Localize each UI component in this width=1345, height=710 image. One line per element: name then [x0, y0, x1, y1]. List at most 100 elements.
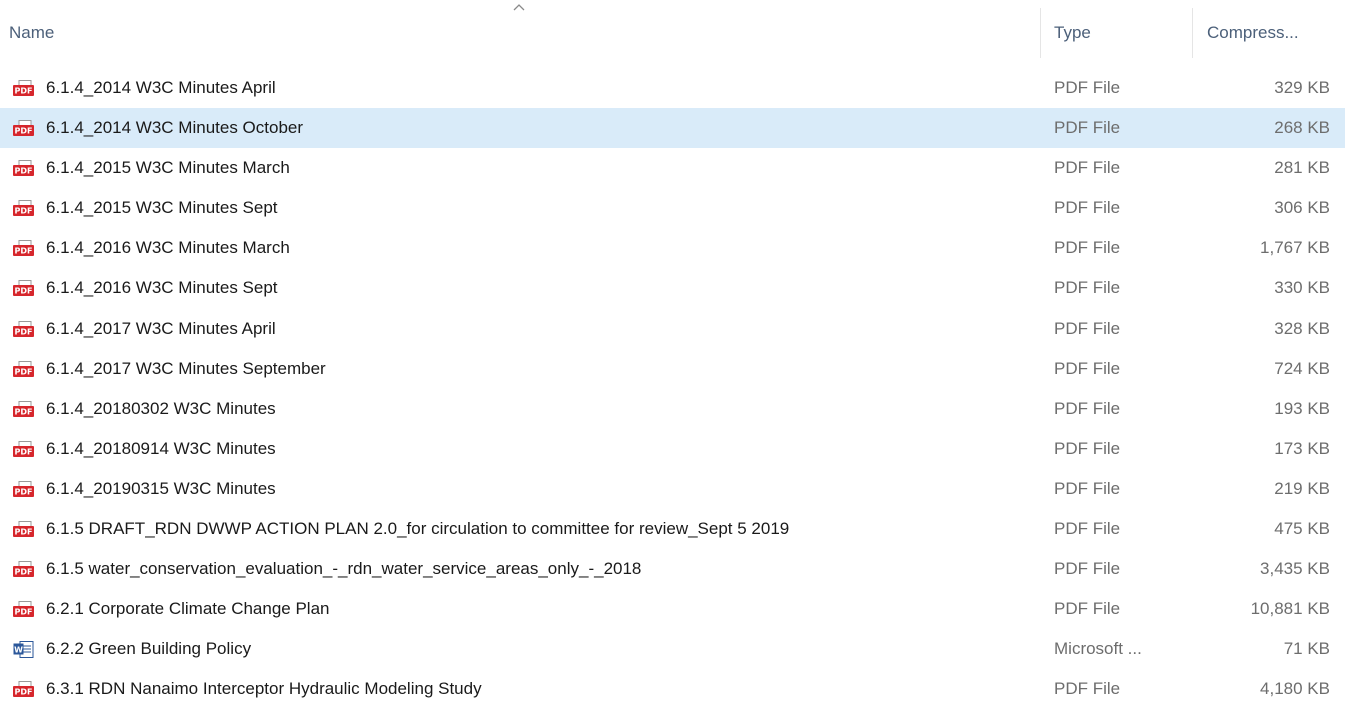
- file-name: 6.1.4_20190315 W3C Minutes: [46, 478, 276, 498]
- svg-text:PDF: PDF: [15, 287, 33, 296]
- file-row[interactable]: PDF 6.1.4_20180914 W3C Minutes PDF File 173…: [0, 429, 1345, 469]
- file-type: PDF File: [1054, 278, 1121, 298]
- column-header: Name Type Compress...: [0, 0, 1345, 66]
- file-type: PDF File: [1054, 599, 1121, 619]
- svg-text:PDF: PDF: [15, 167, 33, 176]
- pdf-icon: PDF: [13, 681, 34, 698]
- svg-text:PDF: PDF: [15, 367, 33, 376]
- file-name: 6.1.4_2017 W3C Minutes April: [46, 318, 276, 338]
- svg-text:PDF: PDF: [15, 327, 33, 336]
- file-type: PDF File: [1054, 358, 1121, 378]
- file-name: 6.1.4_2014 W3C Minutes April: [46, 78, 276, 97]
- column-header-name[interactable]: Name: [0, 0, 1040, 66]
- file-type: PDF File: [1054, 158, 1121, 178]
- file-name: 6.1.4_2014 W3C Minutes October: [46, 118, 304, 138]
- file-name: 6.1.4_2016 W3C Minutes March: [46, 238, 290, 258]
- file-row[interactable]: PDF 6.1.4_2017 W3C Minutes April PDF File 3…: [0, 309, 1345, 349]
- file-row[interactable]: PDF 6.1.4_2014 W3C Minutes April PDF File 3…: [0, 68, 1345, 108]
- file-row[interactable]: PDF 6.3.1 RDN Nanaimo Interceptor Hydraul…: [0, 669, 1345, 709]
- pdf-icon: PDF: [13, 240, 34, 257]
- svg-text:PDF: PDF: [15, 207, 33, 216]
- pdf-icon: PDF: [13, 80, 34, 97]
- file-name: 6.1.5 DRAFT_RDN DWWP ACTION PLAN 2.0_for…: [46, 519, 790, 539]
- column-header-type[interactable]: Type: [1041, 0, 1192, 66]
- file-type: PDF File: [1054, 478, 1121, 498]
- file-compressed-size: 475 KB: [1274, 519, 1330, 539]
- file-name: 6.1.4_2015 W3C Minutes Sept: [46, 198, 278, 218]
- file-type: PDF File: [1054, 438, 1121, 458]
- file-row[interactable]: PDF 6.1.4_2016 W3C Minutes March PDF File 1…: [0, 228, 1345, 268]
- file-name: 6.1.4_2015 W3C Minutes March: [46, 158, 290, 178]
- svg-text:PDF: PDF: [15, 568, 33, 577]
- file-type: PDF File: [1054, 679, 1121, 699]
- svg-text:PDF: PDF: [15, 87, 33, 96]
- file-type: PDF File: [1054, 398, 1121, 418]
- file-name: 6.2.2 Green Building Policy: [46, 639, 252, 659]
- file-compressed-size: 306 KB: [1274, 198, 1330, 218]
- file-compressed-size: 330 KB: [1274, 278, 1330, 298]
- file-compressed-size: 281 KB: [1274, 158, 1330, 178]
- file-compressed-size: 193 KB: [1274, 398, 1330, 418]
- file-type: PDF File: [1054, 118, 1121, 138]
- file-row[interactable]: PDF 6.1.4_2016 W3C Minutes Sept PDF File 33…: [0, 268, 1345, 308]
- file-name: 6.2.1 Corporate Climate Change Plan: [46, 599, 330, 619]
- file-compressed-size: 173 KB: [1274, 438, 1330, 458]
- file-type: PDF File: [1054, 318, 1121, 338]
- pdf-icon: PDF: [13, 440, 34, 458]
- column-header-compressed-size[interactable]: Compress...: [1193, 0, 1345, 66]
- pdf-icon: PDF: [13, 521, 34, 538]
- pdf-icon: PDF: [13, 360, 34, 378]
- file-row[interactable]: PDF 6.1.5 DRAFT_RDN DWWP ACTION PLAN 2.0_…: [0, 509, 1345, 549]
- word-icon: W: [13, 641, 34, 659]
- file-row[interactable]: PDF 6.1.4_2017 W3C Minutes September PDF F…: [0, 349, 1345, 389]
- file-name: 6.1.5 water_conservation_evaluation_-_rd…: [46, 559, 642, 579]
- file-name: 6.3.1 RDN Nanaimo Interceptor Hydraulic …: [46, 679, 482, 699]
- file-row[interactable]: PDF 6.2.1 Corporate Climate Change Plan PD…: [0, 589, 1345, 629]
- file-compressed-size: 329 KB: [1274, 78, 1330, 97]
- file-type: PDF File: [1054, 519, 1121, 539]
- svg-text:PDF: PDF: [15, 127, 33, 136]
- pdf-icon: PDF: [13, 480, 34, 498]
- pdf-icon: PDF: [13, 561, 34, 578]
- svg-text:PDF: PDF: [15, 488, 33, 497]
- pdf-icon: PDF: [13, 160, 34, 177]
- file-type: PDF File: [1054, 198, 1121, 218]
- file-row[interactable]: W 6.2.2 Green Building Policy Microsoft ..…: [0, 629, 1345, 669]
- column-header-compressed-size-label: Compress...: [1207, 23, 1299, 42]
- file-type: PDF File: [1054, 238, 1121, 258]
- file-compressed-size: 3,435 KB: [1260, 559, 1330, 579]
- pdf-icon: PDF: [13, 601, 34, 618]
- file-type: Microsoft ...: [1054, 639, 1142, 659]
- file-row[interactable]: PDF 6.1.4_20190315 W3C Minutes PDF File 219…: [0, 469, 1345, 509]
- svg-text:PDF: PDF: [15, 247, 33, 256]
- svg-text:PDF: PDF: [15, 407, 33, 416]
- file-row[interactable]: PDF 6.1.4_2014 W3C Minutes October PDF Fil…: [0, 108, 1345, 149]
- file-type: PDF File: [1054, 559, 1121, 579]
- file-compressed-size: 328 KB: [1274, 318, 1330, 338]
- file-row[interactable]: PDF 6.1.4_2015 W3C Minutes March PDF File 2…: [0, 148, 1345, 188]
- column-header-type-label: Type: [1054, 23, 1091, 42]
- file-compressed-size: 724 KB: [1274, 358, 1330, 378]
- file-name: 6.1.4_2017 W3C Minutes September: [46, 358, 326, 378]
- file-compressed-size: 268 KB: [1274, 118, 1330, 138]
- file-compressed-size: 10,881 KB: [1250, 599, 1330, 619]
- file-compressed-size: 4,180 KB: [1260, 679, 1330, 699]
- file-name: 6.1.4_2016 W3C Minutes Sept: [46, 278, 278, 298]
- file-name: 6.1.4_20180914 W3C Minutes: [46, 438, 276, 458]
- file-compressed-size: 71 KB: [1283, 639, 1330, 659]
- file-row[interactable]: PDF 6.1.5 water_conservation_evaluation_-…: [0, 549, 1345, 589]
- file-compressed-size: 219 KB: [1274, 478, 1330, 498]
- svg-text:PDF: PDF: [15, 688, 33, 697]
- svg-text:PDF: PDF: [15, 608, 33, 617]
- svg-text:W: W: [14, 646, 23, 655]
- file-row[interactable]: PDF 6.1.4_2015 W3C Minutes Sept PDF File 30…: [0, 188, 1345, 228]
- pdf-icon: PDF: [13, 120, 34, 137]
- column-header-name-label: Name: [9, 23, 55, 42]
- svg-text:PDF: PDF: [15, 447, 33, 456]
- pdf-icon: PDF: [13, 280, 34, 297]
- pdf-icon: PDF: [13, 320, 34, 338]
- pdf-icon: PDF: [13, 200, 34, 217]
- pdf-icon: PDF: [13, 400, 34, 418]
- svg-text:PDF: PDF: [15, 528, 33, 537]
- file-row[interactable]: PDF 6.1.4_20180302 W3C Minutes PDF File 193…: [0, 389, 1345, 429]
